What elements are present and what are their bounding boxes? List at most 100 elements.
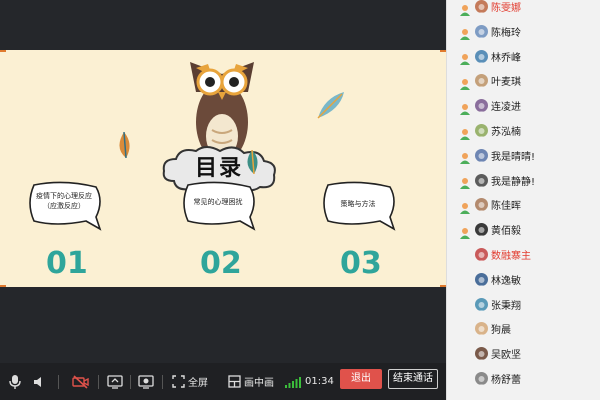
record-button[interactable] bbox=[138, 363, 154, 400]
avatar bbox=[475, 49, 488, 63]
speaker-icon bbox=[34, 376, 41, 387]
feather-decoration bbox=[247, 149, 258, 175]
outline-item-text: 策略与方法 bbox=[340, 200, 376, 208]
participant-row[interactable]: 陈佳晖 bbox=[447, 192, 600, 217]
participant-status-icon bbox=[459, 75, 471, 90]
participant-row[interactable]: 我是晴晴! bbox=[447, 143, 600, 168]
participant-name: 陈雯娜 bbox=[491, 3, 521, 14]
slide-edge-mark bbox=[0, 50, 6, 52]
meeting-window: 目录 疫情下的心理反应（应激反应） 01 常见的心理困扰 02 策略与方法 03… bbox=[0, 0, 600, 400]
participant-name: 林乔峰 bbox=[491, 52, 521, 64]
divider bbox=[130, 375, 131, 389]
participant-status-icon bbox=[459, 25, 471, 41]
outline-item-3: 策略与方法 bbox=[320, 181, 396, 231]
avatar bbox=[475, 124, 488, 137]
participant-row[interactable]: 林逸敏 bbox=[447, 267, 600, 292]
participant-name: 吴欧坚 bbox=[491, 350, 521, 362]
participant-row[interactable]: 吴欧坚 bbox=[447, 341, 600, 366]
mic-button[interactable] bbox=[8, 363, 22, 400]
participant-row[interactable]: 苏泓楠 bbox=[447, 118, 600, 143]
participant-row[interactable]: 我是静静! bbox=[447, 168, 600, 193]
picture-in-picture-icon bbox=[228, 375, 241, 388]
record-icon bbox=[138, 374, 154, 389]
screen-share-button[interactable] bbox=[107, 363, 123, 400]
outline-item-number: 02 bbox=[200, 246, 242, 281]
participant-row[interactable]: 数融寨主 bbox=[447, 242, 600, 267]
participant-status-icon bbox=[459, 1, 471, 16]
exit-button[interactable]: 退出 bbox=[340, 369, 382, 389]
participant-name: 我是晴晴! bbox=[491, 151, 536, 163]
outline-item-number: 01 bbox=[46, 246, 88, 281]
participant-row[interactable]: 杨舒蕾 bbox=[447, 366, 600, 391]
avatar bbox=[475, 347, 488, 361]
outline-item-text: 疫情下的心理反应（应激反应） bbox=[36, 192, 92, 210]
participant-row[interactable]: 黄佰毅 bbox=[447, 217, 600, 242]
microphone-icon bbox=[9, 374, 21, 389]
outline-item-number: 03 bbox=[340, 246, 382, 281]
outline-item-text: 常见的心理困扰 bbox=[193, 198, 243, 206]
avatar bbox=[475, 372, 488, 385]
pip-label: 画中画 bbox=[244, 378, 274, 389]
avatar bbox=[475, 322, 488, 336]
avatar bbox=[475, 24, 488, 38]
end-call-button[interactable]: 结束通话 bbox=[388, 369, 438, 389]
outline-item-2: 常见的心理困扰 bbox=[180, 181, 256, 231]
avatar bbox=[475, 148, 488, 162]
feather-decoration bbox=[317, 92, 344, 119]
avatar bbox=[475, 99, 488, 113]
participant-row[interactable]: 狗晨 bbox=[447, 316, 600, 341]
participant-status-icon bbox=[459, 199, 471, 214]
participant-name: 张秉翔 bbox=[491, 300, 521, 312]
participant-row[interactable]: 陈梅玲 bbox=[447, 19, 600, 44]
signal-strength-icon bbox=[285, 376, 301, 388]
fullscreen-icon bbox=[172, 375, 185, 388]
participant-name: 我是静静! bbox=[491, 176, 536, 188]
participant-name: 叶麦琪 bbox=[491, 77, 521, 89]
screen-share-icon bbox=[107, 374, 123, 389]
avatar bbox=[475, 223, 488, 237]
divider bbox=[58, 375, 59, 389]
participant-name: 黄佰毅 bbox=[491, 226, 521, 238]
participant-row[interactable]: 林乔峰 bbox=[447, 44, 600, 69]
feather-decoration bbox=[119, 131, 130, 159]
avatar bbox=[475, 198, 488, 212]
participant-name: 杨舒蕾 bbox=[491, 375, 521, 386]
call-toolbar: 全屏 画中画 01:34 退出 结束通话 bbox=[0, 363, 446, 400]
video-stage: 目录 疫情下的心理反应（应激反应） 01 常见的心理困扰 02 策略与方法 03 bbox=[0, 0, 446, 363]
participant-name: 陈佳晖 bbox=[491, 201, 521, 213]
participant-row[interactable]: 张秉翔 bbox=[447, 292, 600, 317]
participant-row[interactable]: 叶麦琪 bbox=[447, 68, 600, 93]
participant-status-icon bbox=[459, 100, 471, 115]
participant-row[interactable]: 陈雯娜 bbox=[447, 0, 600, 19]
participant-name: 林逸敏 bbox=[491, 275, 521, 287]
avatar bbox=[475, 74, 488, 88]
outline-item-1: 疫情下的心理反应（应激反应） bbox=[26, 181, 102, 231]
participant-row[interactable]: 连凌进 bbox=[447, 93, 600, 118]
slide-edge-mark bbox=[0, 285, 6, 287]
participant-list: 陈雯娜陈梅玲林乔峰叶麦琪连凌进苏泓楠我是晴晴! 我是静静! 陈佳晖黄佰毅数融寨主林逸… bbox=[446, 0, 600, 400]
participant-name: 狗晨 bbox=[491, 325, 511, 337]
fullscreen-button[interactable]: 全屏 bbox=[172, 363, 208, 400]
avatar bbox=[475, 297, 488, 311]
divider bbox=[98, 375, 99, 389]
participant-status-icon bbox=[459, 125, 471, 140]
avatar bbox=[475, 272, 488, 286]
participant-status-icon bbox=[459, 149, 471, 165]
participant-name: 苏泓楠 bbox=[491, 127, 521, 138]
participant-status-icon bbox=[459, 174, 471, 190]
participant-name: 陈梅玲 bbox=[491, 27, 521, 39]
participant-name: 连凌进 bbox=[491, 102, 521, 114]
participant-status-icon bbox=[459, 50, 471, 66]
signal-indicator: 01:34 bbox=[285, 363, 334, 400]
camera-button[interactable] bbox=[72, 363, 90, 400]
avatar bbox=[475, 173, 488, 187]
avatar bbox=[475, 0, 488, 13]
camera-off-icon bbox=[72, 374, 89, 389]
fullscreen-label: 全屏 bbox=[188, 378, 208, 389]
speaker-button[interactable] bbox=[32, 363, 46, 400]
elapsed-time: 01:34 bbox=[305, 376, 334, 387]
participant-status-icon bbox=[459, 224, 471, 239]
participant-name: 数融寨主 bbox=[491, 251, 531, 262]
picture-in-picture-button[interactable]: 画中画 bbox=[228, 363, 274, 400]
divider bbox=[162, 375, 163, 389]
